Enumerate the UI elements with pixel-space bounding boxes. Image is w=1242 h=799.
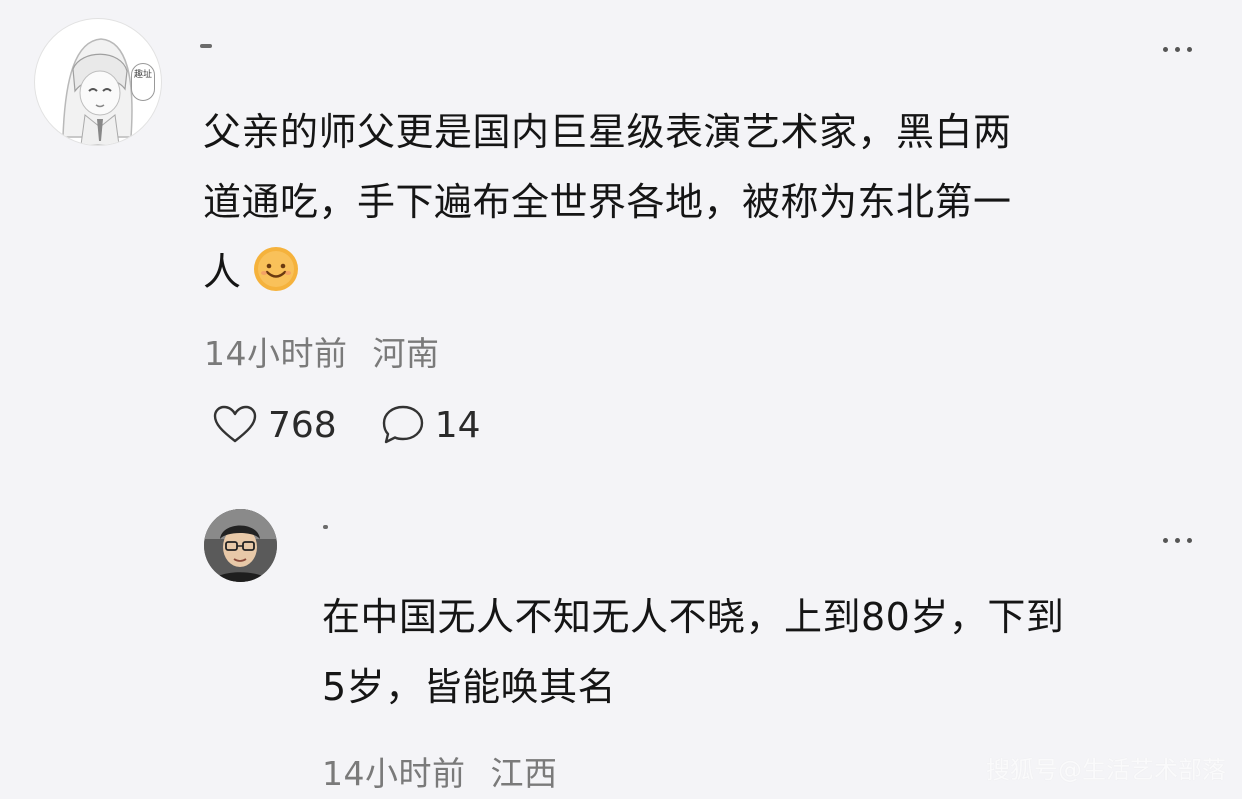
- comment-text-line: 人: [203, 250, 242, 294]
- speech-bubble-icon: [382, 405, 423, 444]
- comment-location: 江西: [490, 754, 558, 793]
- comment-text-line: 5岁，皆能唤其名: [322, 665, 617, 709]
- like-count: 768: [268, 404, 337, 446]
- username-redacted[interactable]: [200, 44, 212, 48]
- comment-text: 父亲的师父更是国内巨星级表演艺术家，黑白两 道通吃，手下遍布全世界各地，被称为东…: [203, 97, 1012, 315]
- comment-text-line: 在中国无人不知无人不晓，上到80岁，下到: [322, 595, 1065, 639]
- more-dots-icon: [1163, 47, 1168, 52]
- comment-time: 14小时前: [322, 754, 466, 793]
- comment-text-line: 道通吃，手下遍布全世界各地，被称为东北第一: [203, 180, 1012, 224]
- comment-actions: 768 14: [212, 404, 525, 446]
- heart-outline-icon: [213, 405, 257, 443]
- more-dots-icon: [1163, 538, 1168, 543]
- comment-text-line: 父亲的师父更是国内巨星级表演艺术家，黑白两: [203, 110, 1012, 154]
- more-options-button[interactable]: [1163, 47, 1192, 52]
- avatar-bubble-text: 趣址: [133, 70, 152, 80]
- comment-text: 在中国无人不知无人不晓，上到80岁，下到 5岁，皆能唤其名: [322, 582, 1064, 722]
- reply-count: 14: [434, 404, 481, 446]
- avatar[interactable]: [204, 509, 277, 582]
- smile-emoji: [252, 245, 300, 315]
- reply-button[interactable]: 14: [381, 404, 481, 446]
- avatar[interactable]: 趣址: [34, 18, 162, 146]
- comment-meta: 14小时前 河南: [204, 327, 440, 375]
- comment-meta: 14小时前 江西: [322, 747, 558, 795]
- person-photo-avatar-image: [204, 509, 277, 582]
- like-button[interactable]: 768: [212, 405, 337, 446]
- more-options-button[interactable]: [1163, 538, 1192, 543]
- username-redacted[interactable]: [323, 525, 328, 529]
- comment-location: 河南: [372, 334, 440, 373]
- comment-time: 14小时前: [204, 334, 348, 373]
- avatar-speech-bubble: 趣址: [131, 63, 155, 101]
- watermark: 搜狐号@生活艺术部落: [986, 756, 1226, 784]
